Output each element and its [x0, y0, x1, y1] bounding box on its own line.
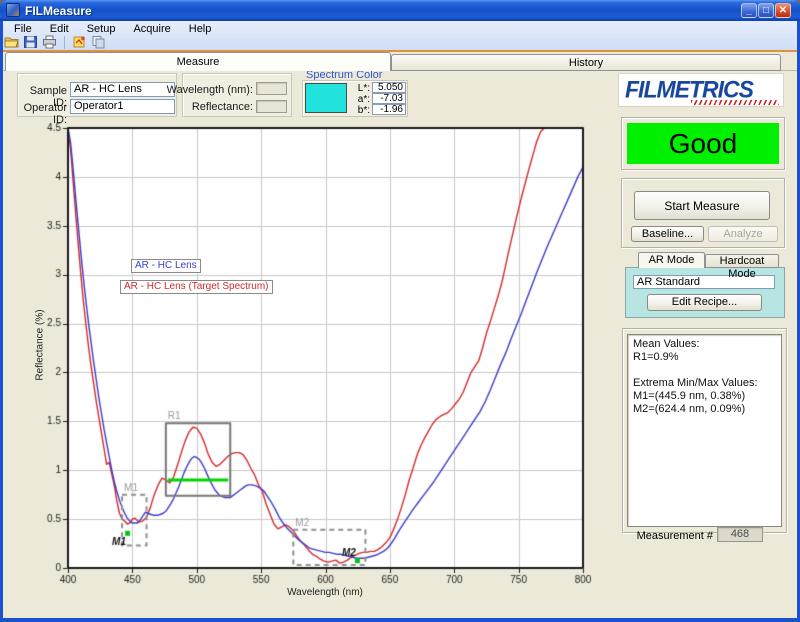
chart-xlabel: Wavelength (nm) [287, 587, 363, 598]
print-icon[interactable] [42, 35, 57, 49]
app-icon [6, 3, 20, 17]
maximize-button[interactable]: □ [758, 3, 774, 18]
filmetrics-logo: FILMETRICS [618, 73, 784, 107]
baseline-button[interactable]: Baseline... [631, 226, 704, 242]
tab-history[interactable]: History [391, 54, 781, 71]
tab-hardcoat-mode[interactable]: Hardcoat Mode [705, 254, 779, 268]
measurement-number-value: 468 [717, 527, 763, 542]
measurement-number-label: Measurement # [620, 530, 713, 542]
toolbar [4, 34, 106, 50]
status-indicator: Good [627, 123, 779, 164]
legend-target: AR - HC Lens (Target Spectrum) [120, 280, 273, 294]
window-title: FILMeasure [25, 4, 92, 18]
save-icon[interactable] [23, 35, 38, 49]
tab-ar-mode[interactable]: AR Mode [638, 252, 705, 268]
start-measure-button[interactable]: Start Measure [634, 191, 770, 220]
menu-help[interactable]: Help [180, 22, 221, 36]
copy-icon[interactable] [91, 35, 106, 49]
analyze-button[interactable]: Analyze [708, 226, 778, 242]
new-baseline-icon[interactable] [72, 35, 87, 49]
spectrum-chart-canvas[interactable] [8, 75, 608, 615]
title-bar[interactable]: FILMeasure _ □ ✕ [0, 0, 800, 21]
filmeasure-window: FILMeasure _ □ ✕ File Edit Setup Acquire… [0, 0, 800, 622]
results-text: Mean Values: R1=0.9% Extrema Min/Max Val… [627, 334, 782, 527]
menu-acquire[interactable]: Acquire [124, 22, 179, 36]
legend-measured: AR - HC Lens [131, 259, 201, 273]
logo-hatch-decoration [691, 100, 779, 105]
close-button[interactable]: ✕ [775, 3, 791, 18]
edit-recipe-button[interactable]: Edit Recipe... [647, 294, 762, 311]
toolbar-separator [64, 36, 65, 49]
minimize-button[interactable]: _ [741, 3, 757, 18]
open-folder-icon[interactable] [4, 35, 19, 49]
tab-measure[interactable]: Measure [5, 52, 391, 71]
chart-ylabel: Reflectance (%) [35, 309, 46, 380]
